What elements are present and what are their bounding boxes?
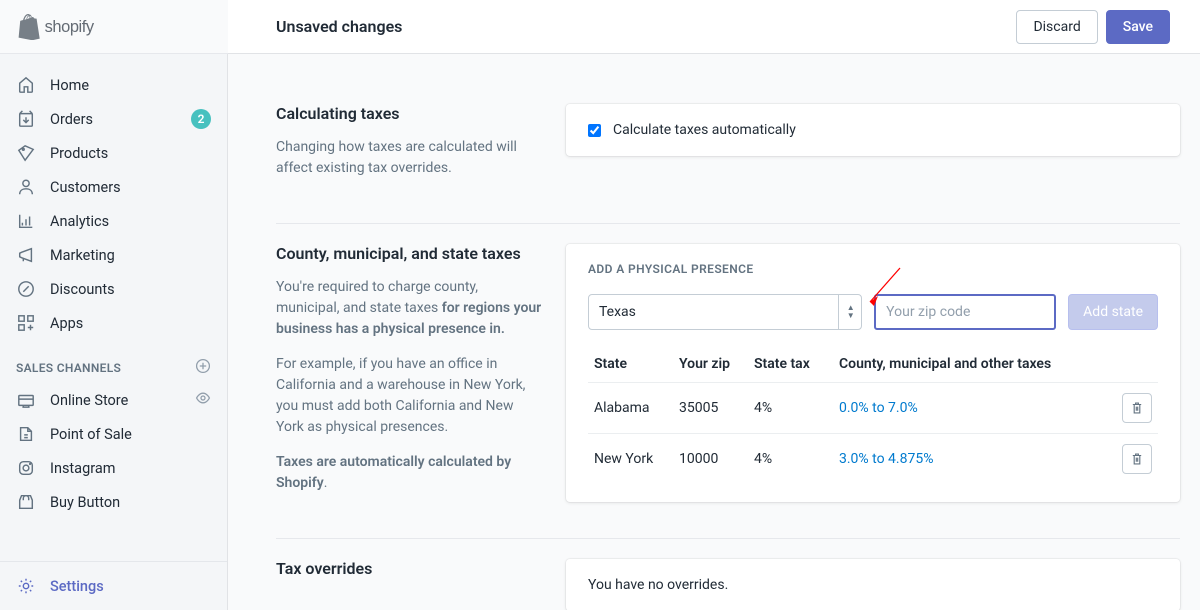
cell-state-tax: 4% [748,383,833,434]
pos-icon [16,424,36,444]
sales-channels-label: SALES CHANNELS [16,361,121,375]
section-desc: For example, if you have an office in Ca… [276,354,542,438]
sales-channels-heading: SALES CHANNELS [0,340,227,383]
settings-icon [16,576,36,596]
add-channel-icon[interactable] [195,358,211,377]
sidebar-item-label: Apps [50,315,211,332]
view-icon[interactable] [195,390,211,410]
unsaved-changes-label: Unsaved changes [276,17,1016,36]
th-zip: Your zip [673,348,748,383]
sidebar-item-label: Point of Sale [50,426,211,443]
sidebar-item-marketing[interactable]: Marketing [0,238,227,272]
customers-icon [16,177,36,197]
sidebar-item-label: Online Store [50,392,195,409]
buy-button-icon [16,492,36,512]
home-icon [16,75,36,95]
cell-state-tax: 4% [748,434,833,485]
discard-button[interactable]: Discard [1016,10,1097,44]
county-tax-link[interactable]: 0.0% to 7.0% [839,400,918,416]
cell-zip: 10000 [673,434,748,485]
physical-presence-card: ADD A PHYSICAL PRESENCE Texas ▲▼ Add sta… [566,244,1180,502]
cell-state: New York [588,434,673,485]
sidebar-item-products[interactable]: Products [0,136,227,170]
section-desc: You're required to charge county, munici… [276,277,542,340]
section-title: Calculating taxes [276,104,542,123]
apps-icon [16,313,36,333]
sidebar-item-customers[interactable]: Customers [0,170,227,204]
section-tax-overrides: Tax overrides You have no overrides. [276,539,1180,610]
th-county: County, municipal and other taxes [833,348,1116,383]
section-title: Tax overrides [276,559,542,578]
section-calculating-taxes: Calculating taxes Changing how taxes are… [276,84,1180,224]
th-state-tax: State tax [748,348,833,383]
county-tax-link[interactable]: 3.0% to 4.875% [839,451,933,467]
zip-input[interactable] [874,294,1056,330]
state-select[interactable]: Texas [588,294,862,330]
presence-table: State Your zip State tax County, municip… [588,348,1158,484]
table-row: Alabama 35005 4% 0.0% to 7.0% [588,383,1158,434]
cell-zip: 35005 [673,383,748,434]
card-heading: ADD A PHYSICAL PRESENCE [588,262,1158,276]
sidebar-item-label: Instagram [50,460,211,477]
table-row: New York 10000 4% 3.0% to 4.875% [588,434,1158,485]
sidebar-item-home[interactable]: Home [0,68,227,102]
sidebar-item-point-of-sale[interactable]: Point of Sale [0,417,227,451]
sidebar-item-apps[interactable]: Apps [0,306,227,340]
calc-auto-checkbox[interactable] [588,124,601,137]
delete-row-button[interactable] [1122,444,1152,474]
discounts-icon [16,279,36,299]
overrides-empty-text: You have no overrides. [588,577,728,593]
sidebar-item-buy-button[interactable]: Buy Button [0,485,227,519]
orders-badge: 2 [191,109,211,129]
svg-text:shopify: shopify [45,18,95,36]
sidebar-item-discounts[interactable]: Discounts [0,272,227,306]
shopify-logo: shopify [0,0,228,54]
sidebar-item-label: Home [50,77,211,94]
section-county-taxes: County, municipal, and state taxes You'r… [276,224,1180,539]
shopify-logo-icon: shopify [16,14,120,40]
sidebar-item-online-store[interactable]: Online Store [0,383,227,417]
sidebar-item-label: Analytics [50,213,211,230]
sidebar-item-analytics[interactable]: Analytics [0,204,227,238]
marketing-icon [16,245,36,265]
sidebar-item-label: Products [50,145,211,162]
trash-icon [1130,452,1144,466]
sidebar-item-orders[interactable]: Orders 2 [0,102,227,136]
sidebar-item-label: Settings [50,578,211,595]
overrides-card: You have no overrides. [566,559,1180,610]
th-state: State [588,348,673,383]
cell-state: Alabama [588,383,673,434]
sidebar-item-label: Buy Button [50,494,211,511]
sidebar-item-label: Customers [50,179,211,196]
delete-row-button[interactable] [1122,393,1152,423]
section-desc: Changing how taxes are calculated will a… [276,137,542,179]
section-title: County, municipal, and state taxes [276,244,542,263]
add-state-button[interactable]: Add state [1068,294,1158,330]
section-desc: Taxes are automatically calculated by Sh… [276,452,542,494]
calc-taxes-card: Calculate taxes automatically [566,104,1180,156]
instagram-icon [16,458,36,478]
sidebar-item-label: Marketing [50,247,211,264]
orders-icon [16,109,36,129]
sidebar-item-instagram[interactable]: Instagram [0,451,227,485]
sidebar-item-settings[interactable]: Settings [0,562,227,610]
sidebar-item-label: Discounts [50,281,211,298]
calc-auto-label: Calculate taxes automatically [613,122,796,138]
save-button[interactable]: Save [1106,10,1170,44]
state-select-wrapper[interactable]: Texas ▲▼ [588,294,862,330]
products-icon [16,143,36,163]
online-store-icon [16,390,36,410]
trash-icon [1130,401,1144,415]
analytics-icon [16,211,36,231]
sidebar-item-label: Orders [50,111,191,128]
